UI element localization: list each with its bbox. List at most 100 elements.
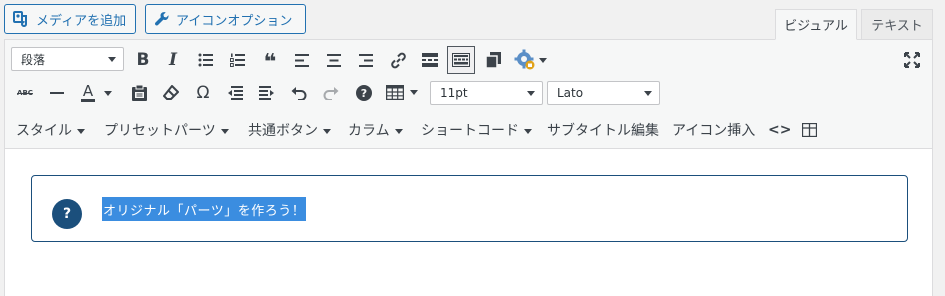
help-button[interactable]: ? <box>350 79 378 107</box>
redo-button[interactable] <box>317 79 345 107</box>
align-left-button[interactable] <box>288 46 316 74</box>
keyboard-icon <box>452 53 470 67</box>
icon-options-button[interactable]: アイコンオプション <box>145 4 306 34</box>
question-icon: ? <box>52 199 82 229</box>
font-size-select[interactable]: 11pt <box>430 81 543 105</box>
bullet-list-icon <box>198 53 213 67</box>
code-button[interactable]: <> <box>768 119 791 141</box>
text-color-glyph: A <box>82 82 94 100</box>
subtitle-edit-button[interactable]: サブタイトル編集 <box>547 119 659 141</box>
read-more-button[interactable] <box>416 46 444 74</box>
font-family-select[interactable]: Lato <box>547 81 660 105</box>
numbered-list-icon <box>230 53 245 67</box>
bullet-list-button[interactable] <box>192 46 220 74</box>
copy-icon <box>485 52 501 68</box>
chevron-down-icon <box>104 90 112 96</box>
quote-icon: ❝ <box>263 50 277 75</box>
chevron-down-icon <box>220 128 229 134</box>
editor-toolbar: 段落 B I ❝ ABC A Ω ? 11pt Lato スタイル プリセットパ… <box>5 40 932 149</box>
toolbar-toggle-button[interactable] <box>447 46 475 74</box>
subtitle-edit-label: サブタイトル編集 <box>547 123 659 139</box>
editor-content[interactable]: ? オリジナル「パーツ」を作ろう！ <box>5 150 932 296</box>
help-icon: ? <box>356 85 372 101</box>
special-character-button[interactable]: Ω <box>189 79 217 107</box>
chevron-down-icon <box>394 128 403 134</box>
paste-as-text-button[interactable] <box>125 79 153 107</box>
horizontal-line-icon <box>50 92 64 94</box>
chevron-down-icon <box>539 57 547 63</box>
editor-screen: メディアを追加 アイコンオプション ビジュアル テキスト 段落 B I ❝ AB… <box>0 0 945 296</box>
bold-icon: B <box>136 50 150 70</box>
shortcode-menu[interactable]: ショートコード <box>421 119 532 141</box>
chevron-down-icon <box>644 91 652 96</box>
tab-visual-label: ビジュアル <box>784 19 848 34</box>
strikethrough-icon: ABC <box>17 89 33 97</box>
chevron-down-icon <box>108 57 116 62</box>
link-icon <box>390 52 406 68</box>
style-menu[interactable]: スタイル <box>16 119 85 141</box>
editor-frame: 段落 B I ❝ ABC A Ω ? 11pt Lato スタイル プリセットパ… <box>4 39 933 296</box>
qa-box-text[interactable]: オリジナル「パーツ」を作ろう！ <box>102 197 307 221</box>
style-menu-label: スタイル <box>16 123 72 139</box>
numbered-list-button[interactable] <box>224 46 252 74</box>
chevron-down-icon <box>77 128 85 134</box>
read-more-icon <box>422 53 438 67</box>
column-menu-label: カラム <box>348 123 390 139</box>
text-color-icon: A <box>81 84 95 102</box>
align-right-icon <box>359 53 373 67</box>
tab-text[interactable]: テキスト <box>861 9 933 39</box>
align-left-icon <box>295 53 309 67</box>
align-right-button[interactable] <box>352 46 380 74</box>
fullscreen-button[interactable] <box>898 46 926 74</box>
common-button-menu[interactable]: 共通ボタン <box>248 119 331 141</box>
media-icon <box>13 11 30 27</box>
shortcode-menu-label: ショートコード <box>421 123 519 139</box>
help-glyph: ? <box>360 86 368 100</box>
qa-box[interactable]: ? オリジナル「パーツ」を作ろう！ <box>31 175 908 242</box>
redo-icon <box>323 87 339 100</box>
eraser-icon <box>163 85 179 100</box>
format-select[interactable]: 段落 <box>11 47 124 71</box>
indent-icon <box>259 86 274 100</box>
chevron-down-icon <box>527 91 535 96</box>
font-size-value: 11pt <box>440 86 468 100</box>
icon-insert-button[interactable]: アイコン挿入 <box>672 119 755 141</box>
wrench-icon <box>154 11 170 27</box>
align-center-button[interactable] <box>320 46 348 74</box>
italic-icon: I <box>169 50 177 70</box>
bold-button[interactable]: B <box>129 46 157 74</box>
horizontal-line-button[interactable] <box>43 79 71 107</box>
strikethrough-button[interactable]: ABC <box>11 79 39 107</box>
undo-button[interactable] <box>285 79 313 107</box>
chevron-down-icon <box>410 89 418 95</box>
clipboard-icon <box>131 85 147 101</box>
shortcode-settings-button[interactable] <box>512 46 552 74</box>
insert-link-button[interactable] <box>384 46 412 74</box>
column-menu[interactable]: カラム <box>348 119 403 141</box>
table-button[interactable] <box>382 78 424 106</box>
question-glyph: ? <box>62 206 72 222</box>
italic-button[interactable]: I <box>159 46 187 74</box>
icon-options-label: アイコンオプション <box>176 13 293 29</box>
copy-button[interactable] <box>479 46 507 74</box>
clear-formatting-button[interactable] <box>157 79 185 107</box>
add-media-button[interactable]: メディアを追加 <box>4 4 136 34</box>
tab-text-label: テキスト <box>871 19 923 34</box>
tab-visual[interactable]: ビジュアル <box>775 9 857 40</box>
align-center-icon <box>327 53 341 67</box>
preset-parts-menu-label: プリセットパーツ <box>104 123 216 139</box>
common-button-menu-label: 共通ボタン <box>248 123 318 139</box>
outdent-icon <box>228 86 243 100</box>
add-media-label: メディアを追加 <box>36 13 127 29</box>
blockquote-button[interactable]: ❝ <box>256 46 284 74</box>
undo-icon <box>291 87 307 100</box>
outdent-button[interactable] <box>221 79 249 107</box>
indent-button[interactable] <box>253 79 281 107</box>
text-color-swatch <box>81 99 95 102</box>
preset-parts-menu[interactable]: プリセットパーツ <box>104 119 229 141</box>
text-color-button[interactable]: A <box>75 79 119 107</box>
format-select-value: 段落 <box>21 52 46 67</box>
chevron-down-icon <box>323 128 331 134</box>
omega-icon: Ω <box>196 83 210 103</box>
insert-table-button[interactable] <box>795 116 823 144</box>
